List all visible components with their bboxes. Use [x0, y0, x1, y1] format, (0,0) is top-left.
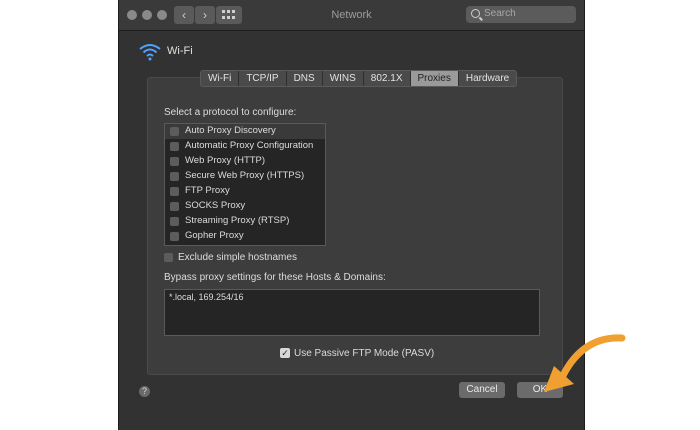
protocol-checkbox[interactable] — [170, 142, 179, 151]
protocol-label: FTP Proxy — [185, 185, 230, 196]
tab-proxies[interactable]: Proxies — [410, 71, 459, 86]
protocol-label: Secure Web Proxy (HTTPS) — [185, 170, 305, 181]
protocol-item-gopher-proxy[interactable]: Gopher Proxy — [165, 229, 325, 244]
protocol-item-streaming-proxy[interactable]: Streaming Proxy (RTSP) — [165, 214, 325, 229]
bypass-hosts-field[interactable]: *.local, 169.254/16 — [164, 289, 540, 336]
protocol-label: Auto Proxy Discovery — [185, 125, 276, 136]
protocol-item-web-proxy[interactable]: Web Proxy (HTTP) — [165, 154, 325, 169]
protocol-item-ftp-proxy[interactable]: FTP Proxy — [165, 184, 325, 199]
protocol-label: Streaming Proxy (RTSP) — [185, 215, 290, 226]
exclude-hostnames-checkbox[interactable] — [164, 253, 173, 262]
protocol-checkbox[interactable] — [170, 172, 179, 181]
bypass-hosts-value: *.local, 169.254/16 — [169, 292, 244, 302]
interface-name: Wi-Fi — [167, 45, 193, 57]
protocol-item-automatic-proxy-configuration[interactable]: Automatic Proxy Configuration — [165, 139, 325, 154]
tabs-bar: Wi-Fi TCP/IP DNS WINS 802.1X Proxies Har… — [200, 70, 518, 87]
tab-hardware[interactable]: Hardware — [459, 71, 516, 86]
protocol-checkbox[interactable] — [170, 202, 179, 211]
protocol-checkbox[interactable] — [170, 157, 179, 166]
passive-ftp-checkbox[interactable]: ✓ — [280, 348, 290, 358]
protocol-checkbox[interactable] — [170, 187, 179, 196]
search-placeholder: Search — [484, 8, 516, 19]
protocol-checkbox[interactable] — [170, 232, 179, 241]
protocol-item-socks-proxy[interactable]: SOCKS Proxy — [165, 199, 325, 214]
title-bar: ‹ › Network Search — [119, 0, 584, 31]
protocol-list: Auto Proxy Discovery Automatic Proxy Con… — [164, 123, 326, 246]
protocol-label: SOCKS Proxy — [185, 200, 246, 211]
cancel-button[interactable]: Cancel — [459, 382, 505, 398]
bypass-label: Bypass proxy settings for these Hosts & … — [164, 272, 386, 283]
protocol-item-secure-web-proxy[interactable]: Secure Web Proxy (HTTPS) — [165, 169, 325, 184]
pointer-arrow-icon — [544, 334, 626, 392]
tab-tcpip[interactable]: TCP/IP — [239, 71, 287, 86]
search-icon — [471, 9, 480, 18]
protocol-checkbox[interactable] — [170, 217, 179, 226]
tab-8021x[interactable]: 802.1X — [364, 71, 411, 86]
passive-ftp-label: Use Passive FTP Mode (PASV) — [294, 348, 435, 359]
search-input[interactable]: Search — [466, 6, 576, 23]
tab-wifi[interactable]: Wi-Fi — [201, 71, 240, 86]
tab-dns[interactable]: DNS — [287, 71, 323, 86]
protocol-checkbox[interactable] — [170, 127, 179, 136]
protocol-item-auto-proxy-discovery[interactable]: Auto Proxy Discovery — [165, 124, 325, 139]
wifi-icon — [139, 44, 161, 61]
protocol-label: Automatic Proxy Configuration — [185, 140, 314, 151]
protocol-label: Web Proxy (HTTP) — [185, 155, 266, 166]
protocol-prompt: Select a protocol to configure: — [164, 107, 297, 118]
proxies-panel: Select a protocol to configure: Auto Pro… — [147, 77, 563, 375]
tab-wins[interactable]: WINS — [323, 71, 364, 86]
protocol-label: Gopher Proxy — [185, 230, 244, 241]
network-window: ‹ › Network Search Wi-Fi Select a protoc… — [118, 0, 585, 430]
help-button[interactable]: ? — [139, 386, 150, 397]
exclude-hostnames-label: Exclude simple hostnames — [178, 252, 297, 263]
